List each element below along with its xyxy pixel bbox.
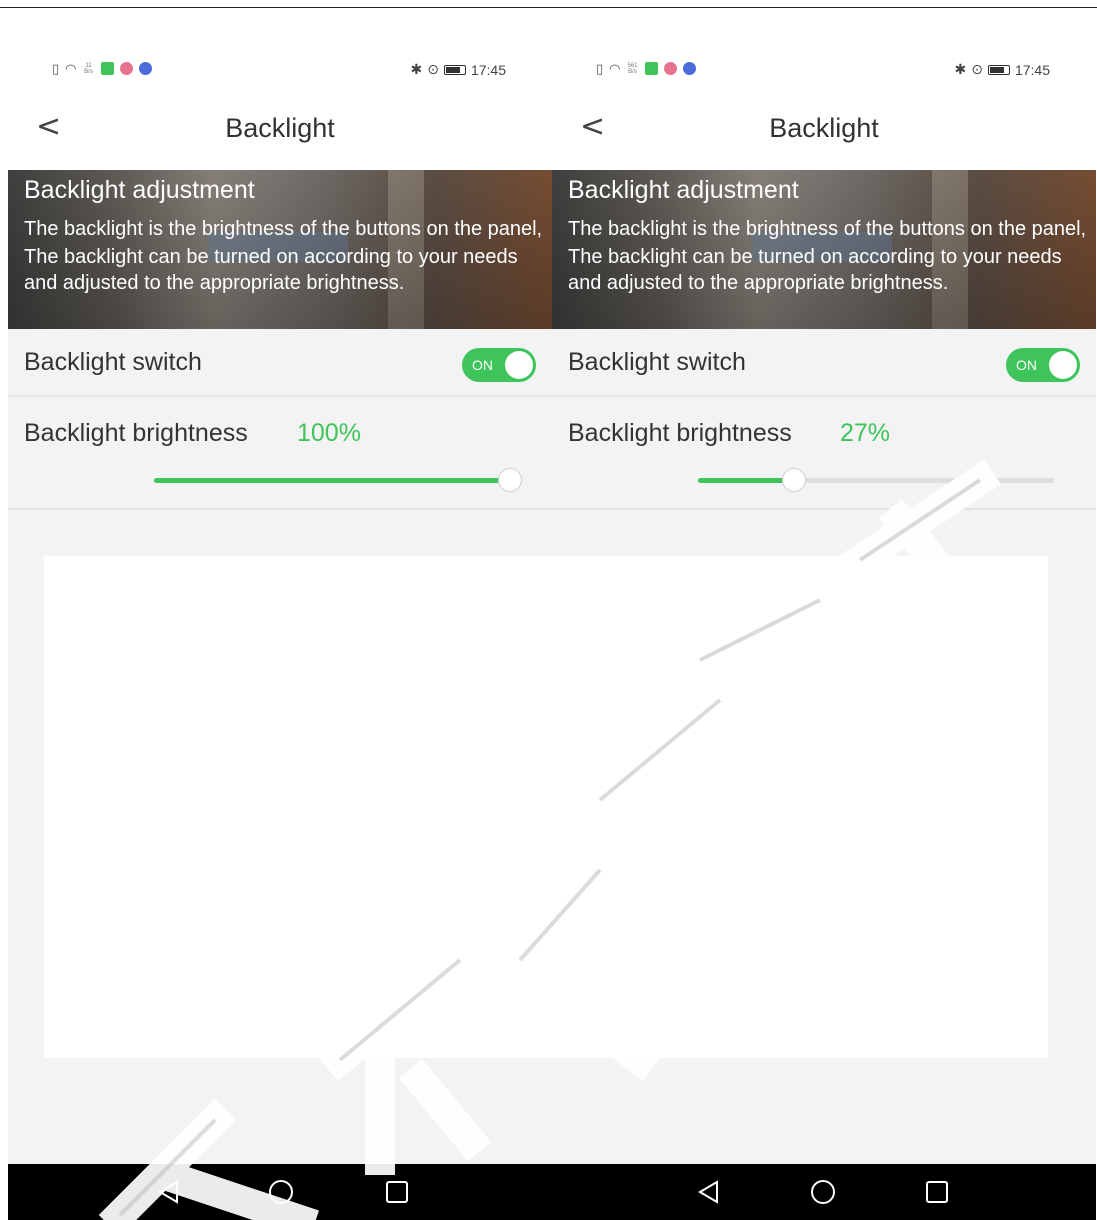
recent-square-icon[interactable]: [922, 1177, 952, 1207]
backlight-brightness-row: Backlight brightness 100%: [8, 399, 552, 510]
app-notification-icon: [644, 62, 658, 75]
status-bar: ▯ ◠ 11 B/s ✱ ⊙ 17:45: [8, 44, 552, 99]
banner-description: The backlight is the brightness of the b…: [568, 216, 1092, 296]
app-notification-icon: [100, 62, 114, 75]
status-time: 17:45: [1014, 61, 1050, 78]
brightness-value: 27%: [840, 419, 891, 447]
status-bar: ▯ ◠ 561 B/s ✱ ⊙ 17:45: [552, 44, 1096, 99]
location-icon: ⊙: [427, 61, 439, 77]
banner-line: The backlight can be turned on according…: [568, 246, 1062, 294]
status-right-icons: ✱ ⊙ 17:45: [410, 61, 506, 78]
app-notification-icon: [663, 62, 677, 75]
content-area: [552, 556, 1048, 1058]
backlight-brightness-row: Backlight brightness 27%: [552, 399, 1096, 510]
bluetooth-icon: ✱: [954, 61, 967, 77]
info-banner: Backlight adjustment The backlight is th…: [552, 170, 1096, 329]
phone-screen-1: ▯ ◠ 11 B/s ✱ ⊙ 17:45 < Backlight Backlig…: [8, 44, 552, 1220]
battery-icon: [987, 64, 1010, 75]
backlight-switch-label: Backlight switch: [568, 348, 746, 376]
backlight-switch-row: Backlight switch ON: [552, 329, 1096, 397]
backlight-switch-label: Backlight switch: [24, 348, 202, 376]
banner-title: Backlight adjustment: [24, 176, 255, 204]
brightness-value: 100%: [297, 419, 361, 447]
recent-square-icon[interactable]: [382, 1177, 412, 1207]
battery-icon: [443, 64, 466, 75]
backlight-toggle[interactable]: ON: [1006, 348, 1080, 382]
slider-thumb[interactable]: [498, 468, 522, 492]
navigation-bar: [552, 1164, 1096, 1220]
app-notification-icon: [138, 62, 152, 75]
content-area: [44, 556, 552, 1058]
brightness-slider[interactable]: [698, 468, 1054, 492]
banner-description: The backlight is the brightness of the b…: [24, 216, 548, 296]
page-title: Backlight: [769, 113, 879, 143]
banner-line: The backlight is the brightness of the b…: [24, 218, 543, 240]
home-circle-icon[interactable]: [266, 1177, 296, 1207]
page-top-rule: [0, 7, 1097, 8]
banner-title: Backlight adjustment: [568, 176, 799, 204]
slider-fill: [698, 478, 795, 483]
status-time: 17:45: [470, 61, 506, 78]
banner-line: The backlight can be turned on according…: [24, 246, 518, 294]
app-notification-icon: [119, 62, 133, 75]
location-icon: ⊙: [971, 61, 983, 77]
back-triangle-icon[interactable]: [154, 1177, 184, 1207]
page-title: Backlight: [225, 113, 335, 143]
brightness-label: Backlight brightness: [24, 419, 248, 447]
status-left-icons: ▯ ◠ 11 B/s: [52, 62, 152, 75]
wifi-icon: ◠: [609, 61, 621, 76]
status-left-icons: ▯ ◠ 561 B/s: [596, 62, 696, 75]
sim-icon: ▯: [596, 61, 604, 76]
brightness-label: Backlight brightness: [568, 419, 792, 447]
toggle-knob: [1049, 351, 1077, 379]
net-speed-unit: B/s: [84, 68, 93, 75]
toggle-state-text: ON: [472, 357, 493, 373]
brightness-slider[interactable]: [154, 468, 522, 492]
slider-thumb[interactable]: [782, 468, 807, 492]
phone-screen-2: ▯ ◠ 561 B/s ✱ ⊙ 17:45 < Backlight Backli…: [552, 44, 1096, 1220]
backlight-switch-row: Backlight switch ON: [8, 329, 552, 397]
navigation-bar: [8, 1164, 552, 1220]
sim-icon: ▯: [52, 61, 60, 76]
bluetooth-icon: ✱: [410, 61, 423, 77]
slider-fill: [154, 478, 510, 483]
net-speed-unit: B/s: [628, 68, 637, 75]
info-banner: Backlight adjustment The backlight is th…: [8, 170, 552, 329]
wifi-icon: ◠: [65, 61, 77, 76]
home-circle-icon[interactable]: [808, 1177, 838, 1207]
back-triangle-icon[interactable]: [694, 1177, 724, 1207]
net-speed-icon: 561 B/s: [627, 63, 639, 75]
toggle-knob: [505, 351, 533, 379]
banner-line: The backlight is the brightness of the b…: [568, 218, 1087, 240]
net-speed-icon: 11 B/s: [83, 63, 95, 75]
backlight-toggle[interactable]: ON: [462, 348, 536, 382]
toggle-state-text: ON: [1016, 357, 1037, 373]
app-notification-icon: [682, 62, 696, 75]
title-bar: < Backlight: [552, 99, 1096, 170]
title-bar: < Backlight: [8, 99, 552, 170]
status-right-icons: ✱ ⊙ 17:45: [954, 61, 1050, 78]
